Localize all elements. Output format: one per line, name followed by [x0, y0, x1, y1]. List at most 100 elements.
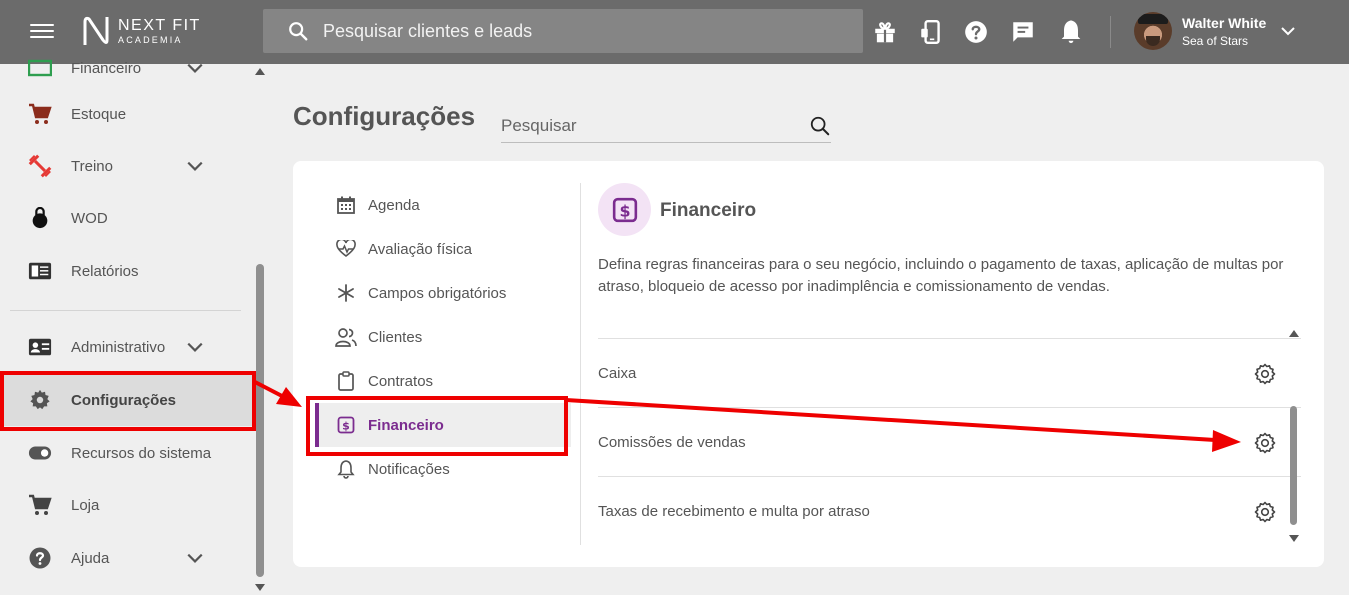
- scrollbar-thumb[interactable]: [256, 264, 264, 577]
- settings-nav-agenda[interactable]: Agenda: [315, 183, 571, 227]
- settings-nav-label: Notificações: [368, 460, 450, 478]
- sidebar: Financeiro Estoque Treino WOD Relatórios…: [0, 60, 268, 595]
- sidebar-item-ajuda[interactable]: Ajuda: [0, 532, 252, 584]
- global-search[interactable]: [263, 9, 863, 53]
- user-name: Walter White: [1182, 14, 1267, 31]
- sidebar-item-label: Loja: [71, 496, 100, 514]
- global-search-input[interactable]: [323, 20, 823, 42]
- chevron-down-icon: [1281, 27, 1295, 36]
- toggle-icon: [28, 441, 52, 465]
- sidebar-item-administrativo[interactable]: Administrativo: [0, 321, 252, 373]
- sidebar-scrollbar[interactable]: [254, 64, 268, 595]
- card-divider: [580, 183, 581, 545]
- search-icon: [289, 22, 308, 41]
- list-item-label: Taxas de recebimento e multa por atraso: [598, 502, 870, 520]
- people-icon: [335, 326, 357, 348]
- list-item-taxas-de-recebimento[interactable]: Taxas de recebimento e multa por atraso: [598, 476, 1301, 545]
- scrollbar-thumb[interactable]: [1290, 406, 1297, 525]
- settings-nav-label: Avaliação física: [368, 240, 472, 258]
- settings-search-input[interactable]: [501, 115, 791, 136]
- mobile-device-icon[interactable]: [917, 18, 945, 46]
- sidebar-item-configuracoes[interactable]: Configurações: [0, 374, 252, 426]
- page-title: Configurações: [293, 101, 476, 131]
- chat-icon[interactable]: [1009, 18, 1037, 46]
- heart-pulse-icon: [335, 238, 357, 260]
- sidebar-item-recursos-do-sistema[interactable]: Recursos do sistema: [0, 427, 252, 479]
- section-title: Financeiro: [660, 200, 757, 221]
- scroll-down-icon[interactable]: [1289, 535, 1299, 542]
- sidebar-item-loja[interactable]: Loja: [0, 479, 252, 531]
- gear-icon[interactable]: [1253, 362, 1277, 386]
- settings-card: Agenda Avaliação física Campos obrigatór…: [293, 161, 1324, 567]
- chevron-down-icon: [187, 553, 203, 563]
- chevron-down-icon: [187, 161, 203, 171]
- clipboard-icon: [335, 370, 357, 392]
- scroll-up-icon[interactable]: [255, 68, 265, 75]
- dumbbell-icon: [28, 154, 52, 178]
- list-scrollbar[interactable]: [1288, 330, 1300, 542]
- sidebar-item-label: Treino: [71, 157, 113, 175]
- cart-icon: [28, 102, 52, 126]
- sidebar-item-wod[interactable]: WOD: [0, 192, 252, 244]
- settings-nav-label: Agenda: [368, 196, 420, 214]
- chevron-down-icon: [187, 342, 203, 352]
- svg-text:$: $: [619, 201, 630, 220]
- settings-nav-contratos[interactable]: Contratos: [315, 359, 571, 403]
- help-icon[interactable]: [962, 18, 990, 46]
- sidebar-item-financeiro[interactable]: Financeiro: [0, 42, 252, 94]
- sidebar-item-label: Relatórios: [71, 262, 139, 280]
- bell-icon[interactable]: [1057, 18, 1085, 46]
- sidebar-item-estoque[interactable]: Estoque: [0, 88, 252, 140]
- sidebar-item-treino[interactable]: Treino: [0, 140, 252, 192]
- gear-icon[interactable]: [1253, 431, 1277, 455]
- id-card-icon: [28, 335, 52, 359]
- sidebar-item-label: Configurações: [71, 391, 177, 409]
- help-icon: [28, 546, 52, 570]
- section-description: Defina regras financeiras para o seu neg…: [598, 256, 1284, 295]
- settings-nav-label: Financeiro: [368, 416, 444, 434]
- list-item-label: Caixa: [598, 364, 637, 382]
- logo-name: NEXT FIT: [118, 16, 201, 34]
- cash-icon: [28, 56, 52, 80]
- settings-nav-campos-obrigatorios[interactable]: Campos obrigatórios: [315, 271, 571, 315]
- section-icon: $: [598, 183, 651, 236]
- settings-nav-notificacoes[interactable]: Notificações: [315, 447, 571, 491]
- user-menu[interactable]: Walter White Sea of Stars: [1134, 12, 1296, 50]
- avatar: [1134, 12, 1172, 50]
- dollar-icon: $: [335, 414, 357, 436]
- sidebar-item-label: Recursos do sistema: [71, 444, 212, 462]
- kettlebell-icon: [28, 206, 52, 230]
- settings-nav-avaliacao-fisica[interactable]: Avaliação física: [315, 227, 571, 271]
- hamburger-menu-icon[interactable]: [30, 20, 54, 42]
- search-icon[interactable]: [809, 115, 831, 137]
- cart-icon: [28, 493, 52, 517]
- topbar-divider: [1110, 16, 1111, 48]
- asterisk-icon: [335, 282, 357, 304]
- calendar-icon: [335, 194, 357, 216]
- settings-search[interactable]: [501, 109, 831, 143]
- settings-nav-financeiro[interactable]: $ Financeiro: [315, 403, 571, 447]
- report-icon: [28, 259, 52, 283]
- sidebar-divider: [10, 310, 241, 311]
- sidebar-item-relatorios[interactable]: Relatórios: [0, 245, 252, 297]
- settings-nav-label: Contratos: [368, 372, 434, 390]
- dollar-icon: $: [612, 197, 637, 222]
- gift-icon[interactable]: [871, 18, 899, 46]
- user-subtitle: Sea of Stars: [1182, 33, 1249, 48]
- bell-icon: [335, 458, 357, 480]
- gear-icon: [28, 388, 52, 412]
- list-item-label: Comissões de vendas: [598, 433, 746, 451]
- settings-nav-label: Clientes: [368, 328, 423, 346]
- sidebar-item-label: WOD: [71, 209, 108, 227]
- settings-nav-clientes[interactable]: Clientes: [315, 315, 571, 359]
- sidebar-item-label: Financeiro: [71, 59, 142, 77]
- settings-nav-label: Campos obrigatórios: [368, 284, 507, 302]
- gear-icon[interactable]: [1253, 500, 1277, 524]
- list-item-caixa[interactable]: Caixa: [598, 338, 1301, 407]
- svg-text:$: $: [342, 420, 350, 433]
- chevron-down-icon: [187, 63, 203, 73]
- list-item-comissoes-de-vendas[interactable]: Comissões de vendas: [598, 407, 1301, 476]
- sidebar-item-label: Ajuda: [71, 549, 110, 567]
- scroll-up-icon[interactable]: [1289, 330, 1299, 337]
- scroll-down-icon[interactable]: [255, 584, 265, 591]
